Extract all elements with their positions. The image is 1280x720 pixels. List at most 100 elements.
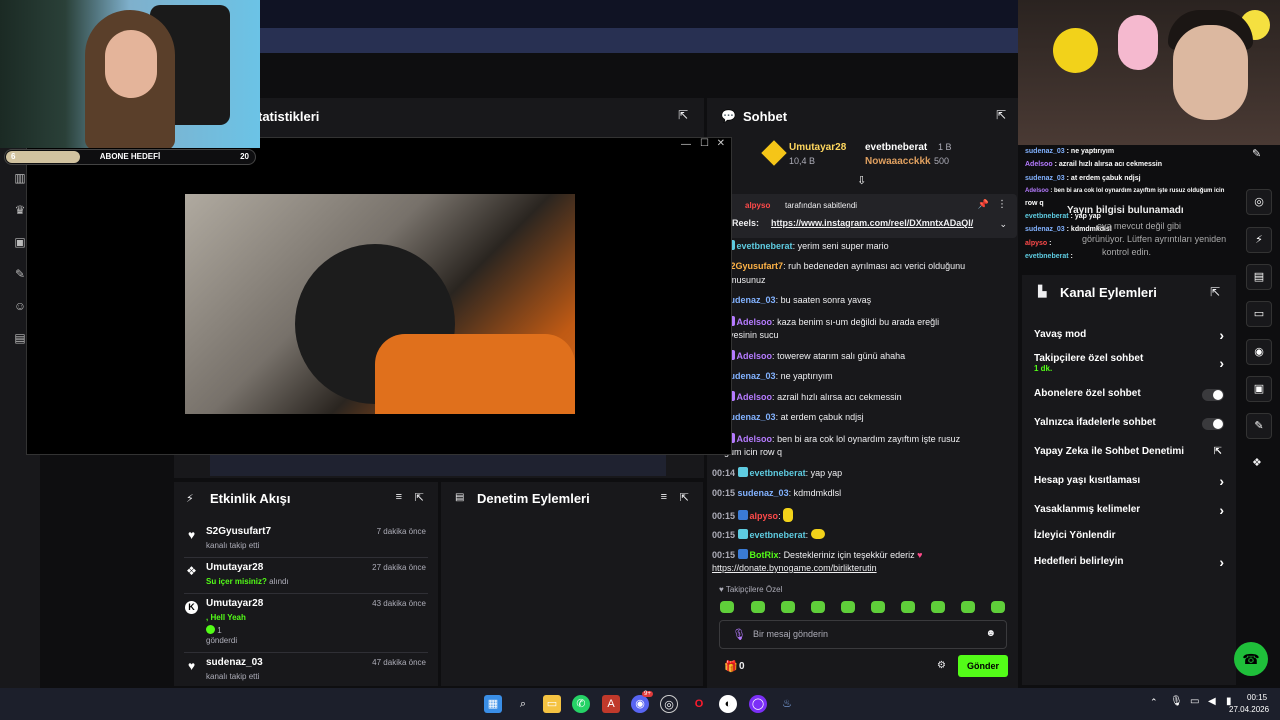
- chat-message: 23 Adelsoo: towerew atarım salı günü aha…: [712, 350, 1012, 361]
- camera-icon[interactable]: ◎: [1246, 189, 1272, 215]
- goals-item[interactable]: Hedefleri belirleyin ›: [1034, 554, 1224, 572]
- microphone-icon[interactable]: 🎙: [732, 628, 746, 641]
- emote-icon: [810, 529, 825, 539]
- adobe-icon[interactable]: A: [602, 695, 620, 713]
- windows-taskbar: ▦ ⌕ ▭ ✆ A ◉ 9+ ◎ O ◐ ◯ ♨ ⌃ 🎙 ▭ ◀ ▮ 00:15…: [0, 688, 1280, 720]
- emoji-icon[interactable]: ☻: [985, 628, 996, 639]
- emote-icon[interactable]: [781, 601, 795, 613]
- chat-input-box[interactable]: 🎙 Bir mesaj gönderin ☻: [719, 620, 1007, 649]
- search-icon[interactable]: ⌕: [514, 695, 532, 713]
- popout-icon[interactable]: ⇱: [678, 108, 688, 122]
- chat-message: 00:15 BotRix: Destekleriniz için teşekkü…: [712, 549, 923, 560]
- steam-icon[interactable]: ♨: [778, 695, 796, 713]
- more-icon[interactable]: ⋮: [997, 199, 1007, 210]
- emote-icon[interactable]: [991, 601, 1005, 613]
- lightning-icon: ⚡: [186, 493, 194, 505]
- filter-icon[interactable]: ≡: [661, 491, 667, 503]
- lightning-icon[interactable]: ⚡: [1246, 227, 1272, 253]
- emotes-only-item[interactable]: Yalnızca ifadelerle sohbet: [1034, 417, 1224, 433]
- sub-goal-target: 20: [240, 152, 249, 161]
- reward-icon[interactable]: ❖: [1252, 456, 1262, 469]
- volume-icon[interactable]: ◀: [1208, 696, 1216, 707]
- emote-icon[interactable]: [720, 601, 734, 613]
- toggle-switch: [1202, 418, 1224, 430]
- pin-icon[interactable]: 📌: [978, 199, 989, 210]
- windows-start-icon[interactable]: ▦: [484, 695, 502, 713]
- top-gifter-2-name[interactable]: evetbneberat: [865, 142, 927, 153]
- chat-message: 24 sudenaz_03: at erdem çabuk ndjsj: [712, 412, 864, 422]
- minimize-icon[interactable]: —: [681, 139, 691, 150]
- panel-icon[interactable]: ▣: [1246, 376, 1272, 402]
- guest-camera: [1018, 0, 1280, 145]
- chat-message-cont: lduğum icin row q: [712, 447, 783, 457]
- kick-icon: K: [185, 601, 198, 614]
- filter-icon[interactable]: ≡: [396, 491, 402, 503]
- file-explorer-icon[interactable]: ▭: [543, 695, 561, 713]
- emote-icon[interactable]: [961, 601, 975, 613]
- send-button[interactable]: Gönder: [958, 655, 1008, 677]
- followers-only-label: ♥ Takipçilere Özel: [719, 585, 783, 594]
- emote-icon[interactable]: [841, 601, 855, 613]
- wrench-icon[interactable]: ✎: [1246, 413, 1272, 439]
- pencil-icon[interactable]: ✎: [1252, 147, 1261, 160]
- display-icon[interactable]: ▭: [1190, 696, 1199, 707]
- chat-input-placeholder[interactable]: Bir mesaj gönderin: [753, 629, 828, 639]
- maximize-icon[interactable]: ☐: [700, 138, 709, 149]
- chat-message: 24 Adelsoo: ben bi ara cok lol oynardım …: [712, 433, 1012, 444]
- subscribers-only-item[interactable]: Abonelere özel sohbet: [1034, 388, 1224, 404]
- popout-icon[interactable]: ⇱: [1210, 285, 1220, 299]
- top-gifter-1-value: 10,4 B: [789, 156, 816, 166]
- webcam-video: [185, 194, 575, 414]
- whatsapp-icon[interactable]: ✆: [572, 695, 590, 713]
- person-shirt: [375, 334, 575, 414]
- toggle-switch: [1202, 389, 1224, 401]
- discord-icon[interactable]: ◉: [631, 695, 649, 713]
- popout-icon[interactable]: ⇱: [996, 108, 1006, 122]
- chat-message-cont: hediyesinin sucu: [712, 330, 779, 340]
- donate-link[interactable]: https://donate.bynogame.com/birlikteruti…: [712, 563, 1012, 573]
- followers-only-item[interactable]: Takipçilere özel sohbet 1 dk. ›: [1034, 353, 1224, 377]
- chat-message: 22 Adelsoo: kaza benim sı-um değildi bu …: [712, 316, 1012, 327]
- chevron-down-icon[interactable]: ⌄: [999, 219, 1007, 230]
- clock-date[interactable]: 27.04.2026: [1229, 705, 1269, 714]
- emote-icon[interactable]: [751, 601, 765, 613]
- notes-icon[interactable]: ▤: [1246, 264, 1272, 290]
- points-icon[interactable]: 🎁: [724, 660, 738, 673]
- close-icon[interactable]: ✕: [717, 138, 725, 149]
- webcam-popup-window: — ☐ ✕: [26, 137, 732, 455]
- chevron-right-icon: ›: [1219, 473, 1224, 489]
- chat-icon[interactable]: ▭: [1246, 301, 1272, 327]
- chevron-up-icon[interactable]: ⌃: [1150, 697, 1158, 708]
- raid-item[interactable]: İzleyici Yönlendir: [1034, 530, 1224, 546]
- collapse-icon[interactable]: ⇩: [857, 174, 866, 187]
- popout-icon[interactable]: ⇱: [680, 491, 689, 504]
- emote-icon[interactable]: [811, 601, 825, 613]
- stats-preview-strip: [210, 454, 666, 476]
- stream-info-body: kontrol edin.: [1102, 247, 1152, 257]
- chat-message: 00:15 sudenaz_03: kdmdmkdlsl: [712, 488, 842, 498]
- chat-message: 24 sudenaz_03: ne yaptırıyım: [712, 371, 833, 381]
- ai-moderation-item[interactable]: Yapay Zeka ile Sohbet Denetimi ⇱: [1034, 446, 1224, 462]
- emote-icon[interactable]: [871, 601, 885, 613]
- emote-icon[interactable]: [931, 601, 945, 613]
- activity-feed-panel: ⚡ Etkinlik Akışı ≡ ⇱ ♥ S2Gyusufart7 7 da…: [174, 482, 438, 686]
- popout-icon[interactable]: ⇱: [415, 491, 424, 504]
- account-age-item[interactable]: Hesap yaşı kısıtlaması ›: [1034, 473, 1224, 491]
- notification-badge: 9+: [642, 691, 653, 697]
- clock-time[interactable]: 00:15: [1247, 693, 1267, 702]
- chrome-icon[interactable]: ◎: [660, 695, 678, 713]
- gear-icon[interactable]: ⚙: [937, 660, 946, 671]
- emote-icon[interactable]: [901, 601, 915, 613]
- top-gifter-2-value: 1 B: [938, 142, 952, 152]
- support-icon[interactable]: ☎: [1234, 642, 1268, 676]
- top-gifter-3-name[interactable]: Nowaaacckkk: [865, 156, 931, 167]
- banned-words-item[interactable]: Yasaklanmış kelimeler ›: [1034, 502, 1224, 520]
- browser-icon[interactable]: ◯: [749, 695, 767, 713]
- top-gifter-1-name[interactable]: Umutayar28: [789, 142, 846, 153]
- microphone-icon[interactable]: 🎙: [1170, 696, 1183, 707]
- opera-icon[interactable]: O: [690, 695, 708, 713]
- pinned-link[interactable]: https://www.instagram.com/reel/DXmntxADa…: [771, 218, 973, 228]
- slow-mode-item[interactable]: Yavaş mod ›: [1034, 327, 1224, 345]
- app-icon[interactable]: ◐: [719, 695, 737, 713]
- broadcast-icon[interactable]: ◉: [1246, 339, 1272, 365]
